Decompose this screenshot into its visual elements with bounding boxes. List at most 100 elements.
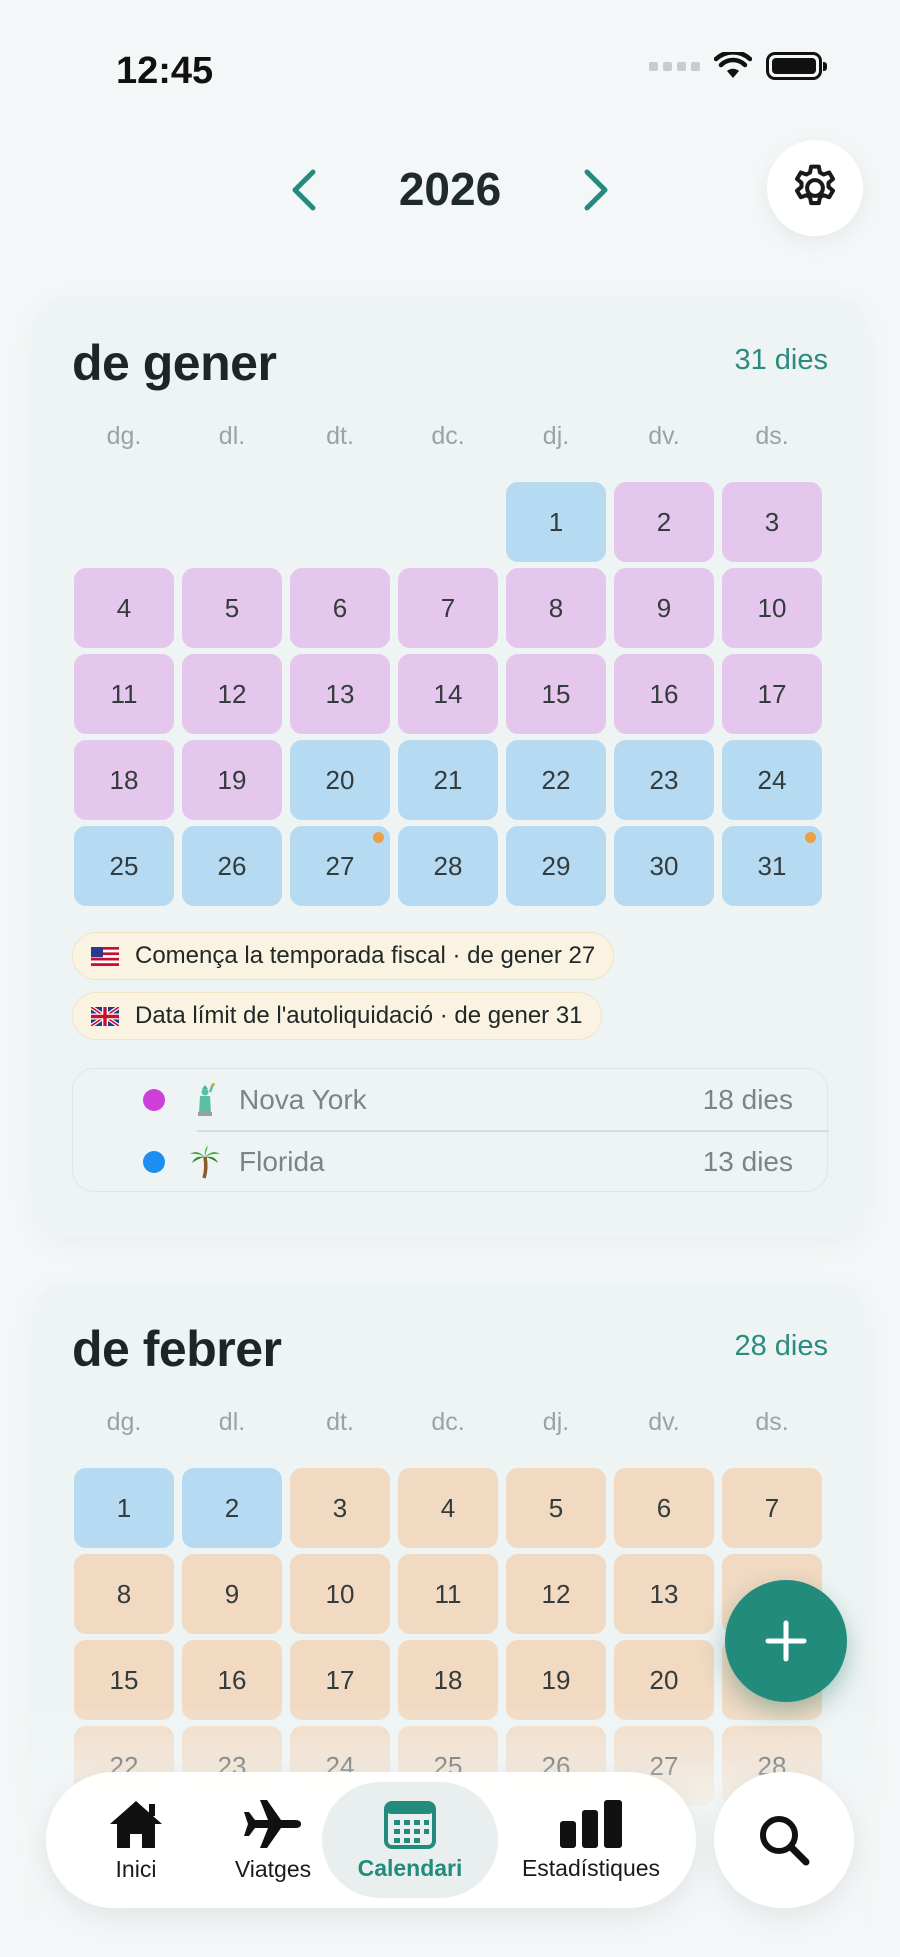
weekday-header: dg. dl. dt. dc. dj. dv. ds. [74,422,830,451]
day-number: 10 [757,592,787,623]
day-number: 23 [649,764,679,795]
tab-label: Viatges [234,1855,312,1882]
trip-color-dot [143,1151,165,1173]
day-cell[interactable]: 17 [722,654,822,734]
day-cell[interactable]: 1 [74,1468,174,1548]
day-cell[interactable]: 10 [722,568,822,648]
day-cell[interactable]: 13 [614,1554,714,1634]
trip-row[interactable]: Nova York 18 dies [73,1069,829,1131]
tab-estadistiques[interactable]: Estadístiques [498,1782,684,1898]
event-pill[interactable]: Data límit de l'autoliquidació · de gene… [72,992,602,1040]
day-cell[interactable]: 29 [506,826,606,906]
day-cell[interactable]: 4 [74,568,174,648]
day-cell[interactable]: 12 [182,654,282,734]
day-number: 2 [656,506,672,537]
day-cell[interactable]: 6 [290,568,390,648]
day-number: 14 [433,678,463,709]
trip-days: 18 dies [702,1084,793,1115]
day-cell[interactable]: 13 [290,654,390,734]
day-cell[interactable]: 14 [398,654,498,734]
day-number: 11 [434,1578,462,1609]
day-cell[interactable]: 2 [182,1468,282,1548]
day-cell[interactable]: 18 [398,1640,498,1720]
weekday-label: dv. [648,1408,680,1436]
day-cell[interactable]: 17 [290,1640,390,1720]
wifi-icon [714,52,752,78]
day-cell[interactable]: 18 [74,740,174,820]
trip-name: Florida [239,1146,325,1177]
trip-row[interactable]: Florida 13 dies [73,1131,829,1193]
tab-bar: Inici Viatges Calendari Estadístiques [46,1772,696,1908]
day-cell-empty [74,482,174,562]
trip-color-dot [143,1089,165,1111]
tab-viatges[interactable]: Viatges [218,1782,328,1898]
day-number: 18 [109,764,139,795]
day-cell[interactable]: 20 [614,1640,714,1720]
day-cell[interactable]: 16 [614,654,714,734]
tab-inici[interactable]: Inici [86,1782,186,1898]
day-cell[interactable]: 11 [74,654,174,734]
day-number: 15 [541,678,571,709]
month-title: de febrer [72,1321,282,1377]
day-cell[interactable]: 24 [722,740,822,820]
day-cell[interactable]: 12 [506,1554,606,1634]
day-cell[interactable]: 8 [74,1554,174,1634]
day-cell[interactable]: 10 [290,1554,390,1634]
day-cell[interactable]: 3 [290,1468,390,1548]
day-cell[interactable]: 15 [74,1640,174,1720]
day-cell[interactable]: 19 [506,1640,606,1720]
day-cell[interactable]: 15 [506,654,606,734]
day-cell[interactable]: 6 [614,1468,714,1548]
day-number: 5 [224,592,240,623]
search-icon [760,1816,810,1866]
day-cell[interactable]: 8 [506,568,606,648]
day-cell[interactable]: 30 [614,826,714,906]
day-number: 22 [541,764,571,795]
year-title: 2026 [398,163,502,215]
search-button[interactable] [714,1772,854,1908]
month-days-count: 31 dies [734,344,828,376]
day-cell[interactable]: 19 [182,740,282,820]
day-cell[interactable]: 9 [182,1554,282,1634]
day-cell[interactable]: 9 [614,568,714,648]
day-cell[interactable]: 1 [506,482,606,562]
day-cell[interactable]: 28 [398,826,498,906]
day-cell[interactable]: 31 [722,826,822,906]
day-cell[interactable]: 21 [398,740,498,820]
day-number: 8 [116,1578,132,1609]
day-cell[interactable]: 16 [182,1640,282,1720]
day-cell[interactable]: 20 [290,740,390,820]
tab-calendari[interactable]: Calendari [322,1782,498,1898]
day-cell[interactable]: 7 [398,568,498,648]
day-number: 3 [764,506,780,537]
event-text: Comença la temporada fiscal · de gener 2… [135,942,596,969]
day-cell[interactable]: 5 [506,1468,606,1548]
day-number: 20 [649,1664,679,1695]
month-card-january: de gener 31 dies dg. dl. dt. dc. dj. dv.… [34,296,866,1236]
day-number: 9 [656,592,672,623]
day-cell[interactable]: 27 [290,826,390,906]
day-cell[interactable]: 11 [398,1554,498,1634]
day-cell[interactable]: 26 [182,826,282,906]
next-year-button[interactable] [566,160,626,220]
day-cell[interactable]: 22 [506,740,606,820]
weekday-label: dj. [542,1408,570,1436]
weekday-label: dt. [326,422,354,450]
day-number: 3 [332,1492,348,1523]
battery-icon [766,52,827,80]
day-cell[interactable]: 5 [182,568,282,648]
day-cell[interactable]: 4 [398,1468,498,1548]
day-cell[interactable]: 2 [614,482,714,562]
day-number: 17 [757,678,787,709]
settings-button[interactable] [767,140,863,236]
day-cell[interactable]: 3 [722,482,822,562]
day-number: 28 [433,850,463,881]
tab-label: Estadístiques [521,1854,661,1881]
day-cell[interactable]: 25 [74,826,174,906]
day-cell[interactable]: 7 [722,1468,822,1548]
event-pill[interactable]: Comença la temporada fiscal · de gener 2… [72,932,615,980]
trips-summary: Nova York 18 dies Florida 13 dies [72,1068,829,1193]
day-cell[interactable]: 23 [614,740,714,820]
add-trip-button[interactable] [725,1580,847,1702]
day-number: 24 [757,764,787,795]
